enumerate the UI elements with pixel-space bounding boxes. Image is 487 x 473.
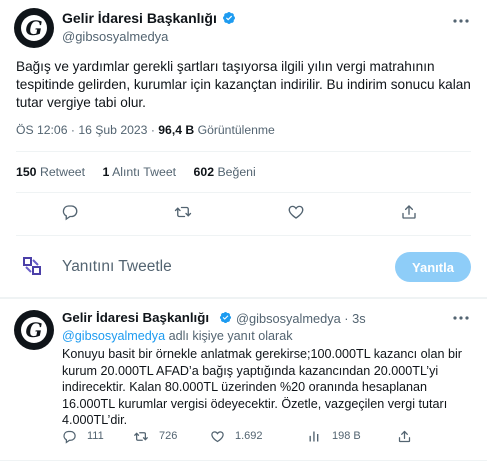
author-name[interactable]: Gelir İdaresi Başkanlığı bbox=[62, 10, 217, 26]
divider bbox=[16, 151, 471, 152]
divider bbox=[16, 192, 471, 193]
replying-to: @gibsosyalmedya adlı kişiye yanıt olarak bbox=[62, 329, 293, 343]
share-icon bbox=[402, 205, 416, 219]
tweet-text: Bağış ve yardımlar gerekli şartları taşı… bbox=[16, 59, 471, 110]
reply-like-button[interactable]: 1.692 bbox=[210, 428, 263, 444]
section-separator bbox=[0, 297, 487, 299]
quotes-label: Alıntı Tweet bbox=[109, 165, 177, 179]
reply-button[interactable] bbox=[60, 202, 80, 222]
reply-tweet-text: Konuyu basit bir örnekle anlatmak gereki… bbox=[62, 347, 462, 428]
like-icon bbox=[288, 205, 304, 219]
views-count: 96,4 B bbox=[158, 123, 195, 137]
retweet-button[interactable] bbox=[173, 202, 193, 222]
share-icon bbox=[398, 430, 411, 442]
reply-input[interactable]: Yanıtını Tweetle bbox=[62, 258, 172, 276]
like-icon bbox=[211, 430, 224, 442]
retweet-icon bbox=[174, 206, 192, 218]
reply-author-handle-time[interactable]: @gibsosyalmedya · 3s bbox=[236, 311, 366, 326]
share-button[interactable] bbox=[399, 202, 419, 222]
replying-to-label: adlı kişiye yanıt olarak bbox=[165, 329, 293, 343]
views-label: Görüntülenme bbox=[194, 123, 275, 137]
reply-views-button[interactable]: 198 B bbox=[307, 428, 361, 444]
reply-reply-button[interactable]: 111 bbox=[62, 428, 104, 444]
retweets-stat[interactable]: 150 Retweet bbox=[16, 165, 85, 179]
reply-avatar[interactable]: G bbox=[14, 310, 54, 350]
views-icon bbox=[309, 431, 319, 441]
reply-count: 111 bbox=[87, 430, 104, 442]
quotes-stat[interactable]: 1 Alıntı Tweet bbox=[102, 165, 176, 179]
divider bbox=[16, 235, 471, 236]
more-icon[interactable] bbox=[452, 315, 470, 321]
verified-badge-icon bbox=[223, 12, 235, 24]
replying-to-handle[interactable]: @gibsosyalmedya bbox=[62, 329, 165, 343]
views-count: 198 B bbox=[332, 430, 361, 442]
like-count: 1.692 bbox=[235, 430, 263, 442]
reply-icon bbox=[63, 430, 76, 444]
avatar[interactable]: G bbox=[14, 8, 54, 48]
author-handle[interactable]: @gibsosyalmedya bbox=[62, 29, 168, 44]
like-button[interactable] bbox=[286, 202, 306, 222]
likes-label: Beğeni bbox=[214, 165, 256, 179]
retweet-icon bbox=[134, 431, 148, 441]
tweet-meta: ÖS 12:06 · 16 Şub 2023 · 96,4 B Görüntül… bbox=[16, 123, 275, 137]
reply-submit-button[interactable]: Yanıtla bbox=[395, 252, 471, 282]
tweet-timestamp[interactable]: ÖS 12:06 · 16 Şub 2023 · bbox=[16, 123, 158, 137]
retweets-label: Retweet bbox=[36, 165, 86, 179]
divider bbox=[0, 460, 487, 461]
more-icon[interactable] bbox=[452, 18, 470, 24]
reply-share-button[interactable] bbox=[397, 428, 422, 444]
reply-author-name[interactable]: Gelir İdaresi Başkanlığı bbox=[62, 310, 209, 325]
tweet-stats: 150 Retweet 1 Alıntı Tweet 602 Beğeni bbox=[16, 165, 270, 179]
likes-stat[interactable]: 602 Beğeni bbox=[194, 165, 256, 179]
likes-count: 602 bbox=[193, 165, 215, 179]
brand-logo-icon[interactable] bbox=[20, 254, 44, 278]
reply-icon bbox=[62, 205, 78, 221]
reply-retweet-button[interactable]: 726 bbox=[133, 428, 177, 444]
reply-composer: Yanıtını Tweetle Yanıtla bbox=[0, 240, 487, 295]
retweets-count: 150 bbox=[16, 165, 37, 179]
verified-badge-icon bbox=[219, 311, 232, 324]
retweet-count: 726 bbox=[159, 430, 178, 442]
